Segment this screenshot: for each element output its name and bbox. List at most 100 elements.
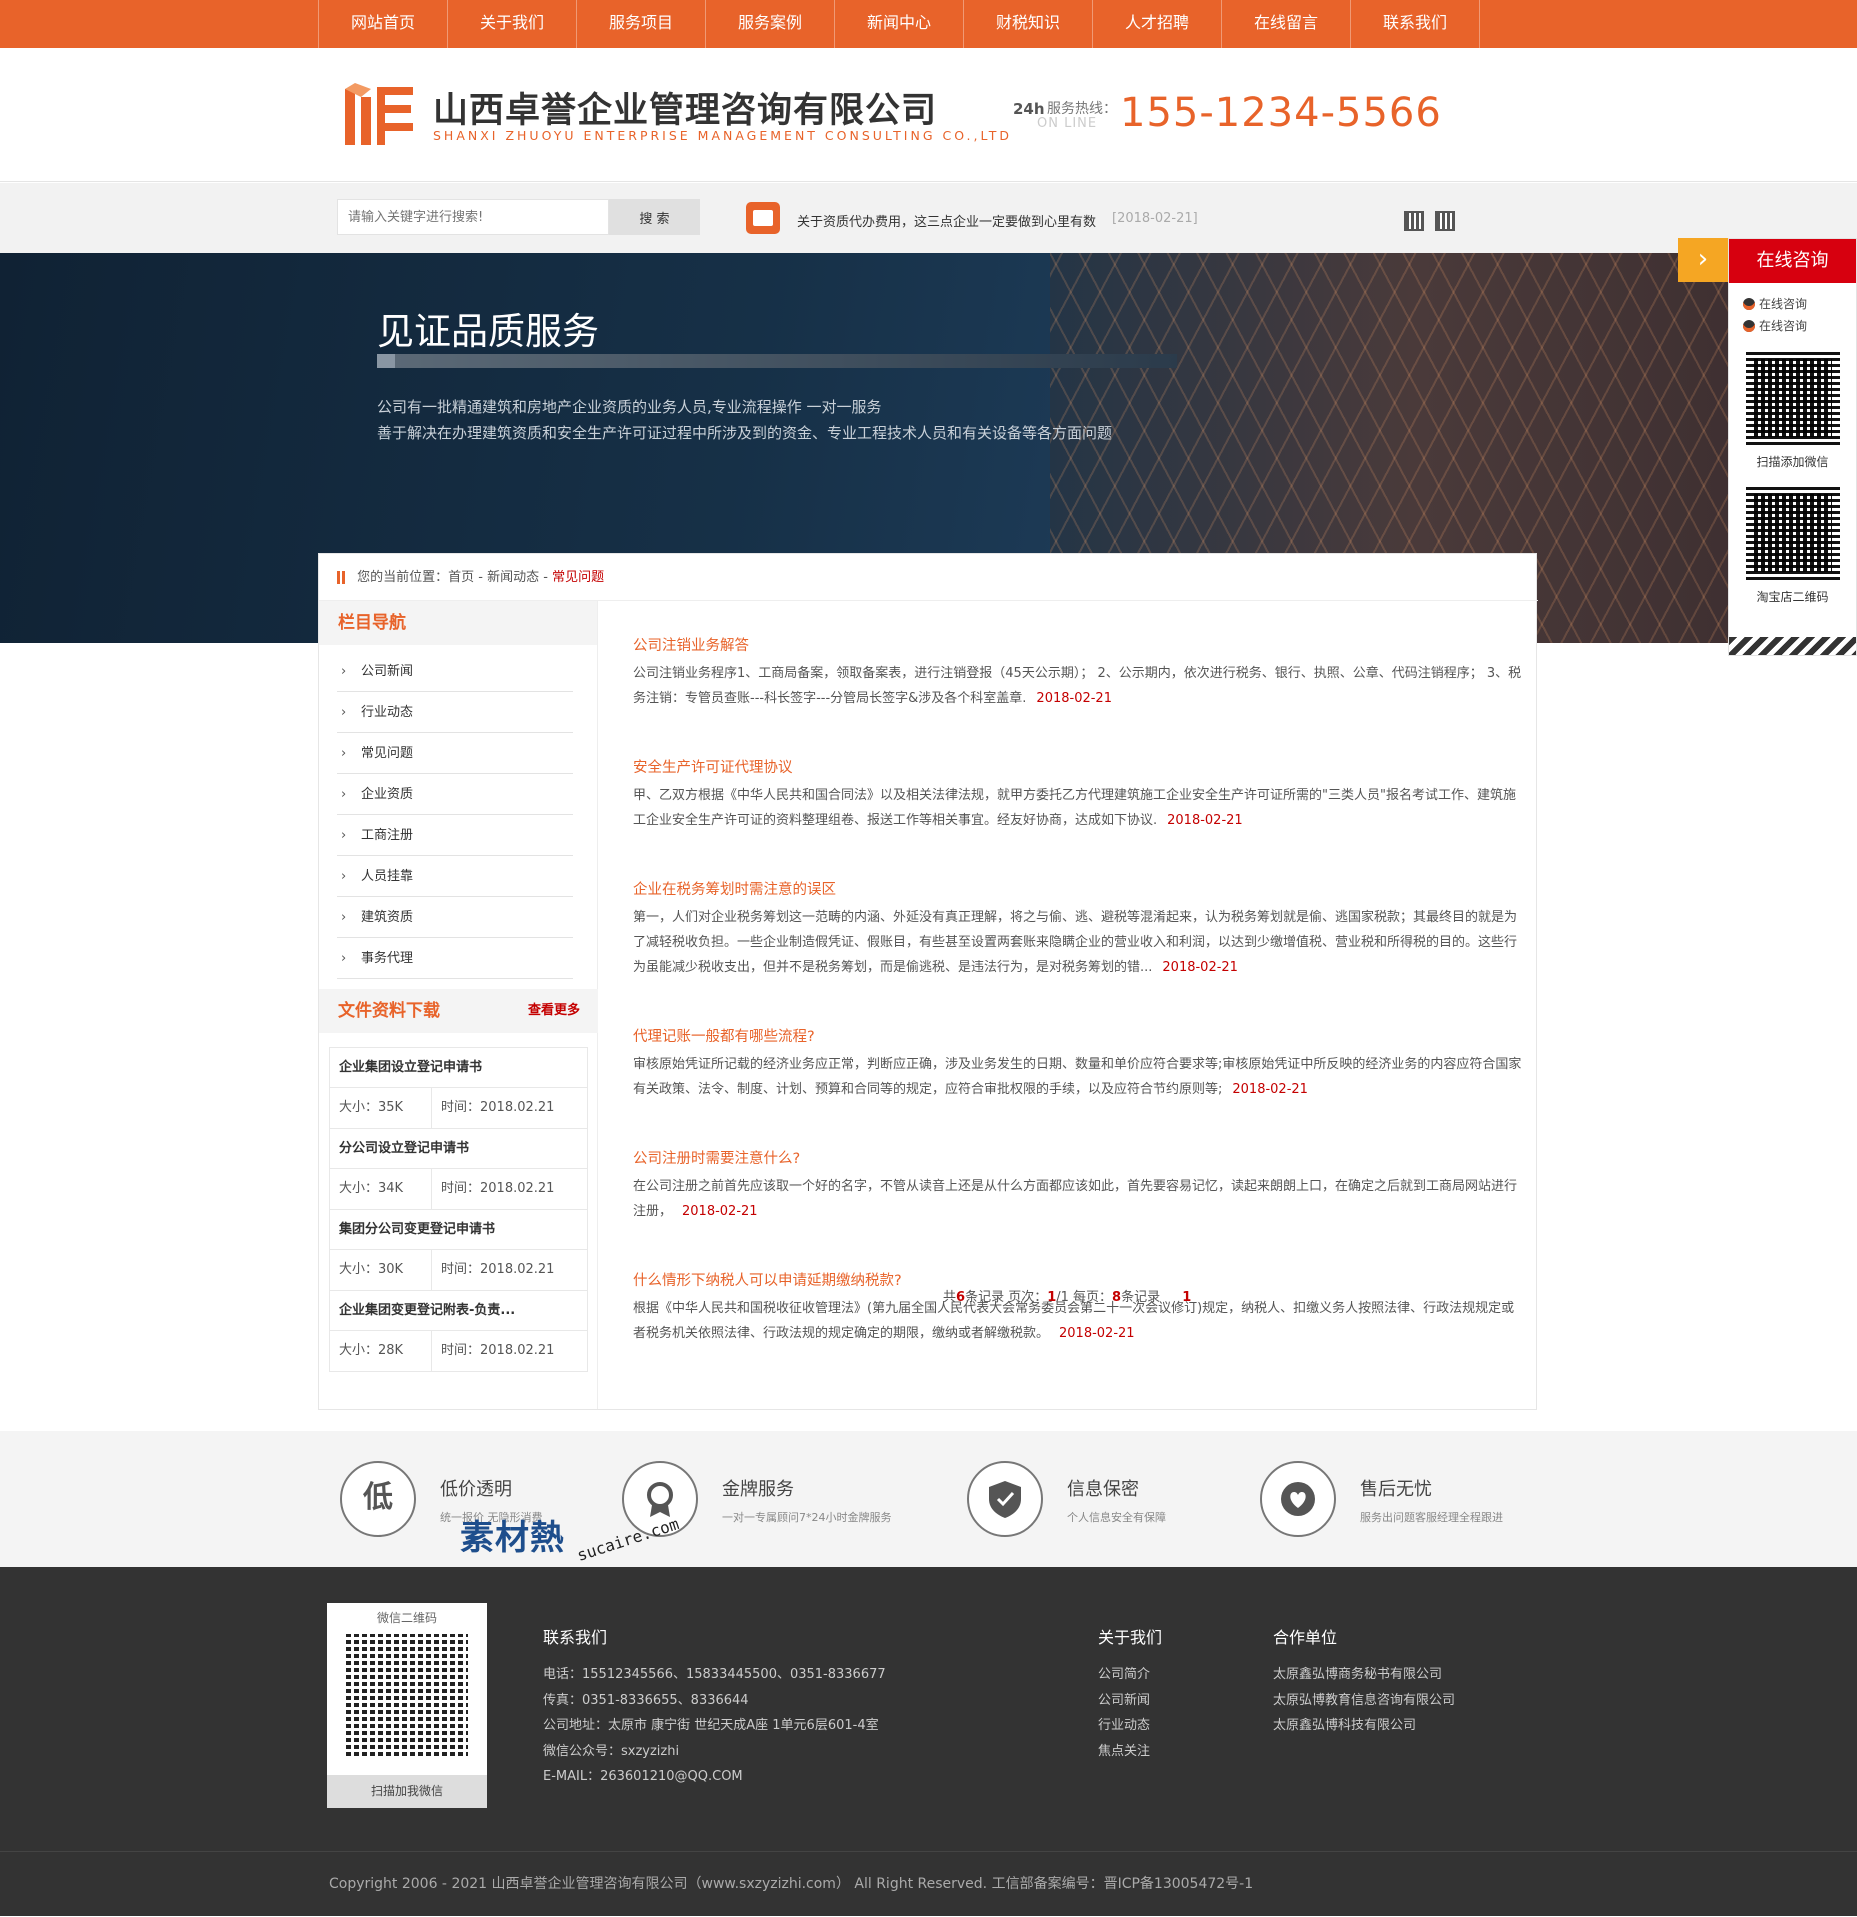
footer-link-profile[interactable]: 公司简介: [1098, 1662, 1150, 1688]
notice-link[interactable]: 关于资质代办费用，这三点企业一定要做到心里有数: [797, 211, 1096, 230]
footer-link-focus[interactable]: 焦点关注: [1098, 1739, 1150, 1765]
nav-item-tax-knowledge[interactable]: 财税知识: [964, 0, 1093, 48]
footer-partner-link[interactable]: 太原鑫弘博商务秘书有限公司: [1273, 1662, 1455, 1688]
nav-item-news[interactable]: 新闻中心: [835, 0, 964, 48]
pager-per-page: 8: [1112, 1290, 1122, 1305]
article-date: 2018-02-21: [1167, 813, 1243, 828]
footer-partner-link[interactable]: 太原鑫弘博科技有限公司: [1273, 1713, 1455, 1739]
download-item[interactable]: 企业集团变更登记附表-负责... 大小：28K 时间：2018.02.21: [329, 1290, 588, 1372]
qr-code-icon-2[interactable]: [1435, 211, 1455, 231]
chevron-right-icon[interactable]: ›: [1678, 238, 1728, 282]
sidebar-item-faq[interactable]: 常见问题: [337, 733, 573, 774]
sidebar-heading: 栏目导航: [319, 601, 597, 645]
breadcrumb-current[interactable]: 常见问题: [552, 570, 604, 585]
nav-item-cases[interactable]: 服务案例: [706, 0, 835, 48]
wechat-qr-caption: 扫描添加微信: [1756, 455, 1829, 469]
shield-icon: [967, 1461, 1043, 1537]
sidebar-item-company-news[interactable]: 公司新闻: [337, 651, 573, 692]
sidebar-item-agency[interactable]: 事务代理: [337, 938, 573, 979]
article-text: 在公司注册之前首先应该取一个好的名字，不管从读音上还是从什么方面都应该如此，首先…: [633, 1179, 1518, 1219]
footer-partners-list: 太原鑫弘博商务秘书有限公司 太原弘博教育信息咨询有限公司 太原鑫弘博科技有限公司: [1273, 1662, 1455, 1739]
article-item: 公司注册时需要注意什么? 在公司注册之前首先应该取一个好的名字，不管从读音上还是…: [633, 1147, 1523, 1224]
nav-item-about[interactable]: 关于我们: [448, 0, 577, 48]
footer-contact-list: 电话：15512345566、15833445500、0351-8336677 …: [543, 1662, 886, 1790]
taobao-qr-code: [1741, 482, 1844, 584]
download-item[interactable]: 分公司设立登记申请书 大小：34K 时间：2018.02.21: [329, 1128, 588, 1210]
banner-title: 见证品质服务: [377, 310, 599, 353]
banner-divider: [377, 354, 1177, 368]
download-time: 时间：2018.02.21: [441, 1100, 555, 1115]
hotline-label: 服务热线：: [1047, 101, 1117, 117]
nav-item-services[interactable]: 服务项目: [577, 0, 706, 48]
main-content: 您的当前位置：首页 - 新闻动态 - 常见问题 栏目导航 公司新闻 行业动态 常…: [318, 553, 1538, 1410]
article-text: 审核原始凭证所记载的经济业务应正常，判断应正确，涉及业务发生的日期、数量和单价应…: [633, 1057, 1522, 1097]
sidebar-item-industry[interactable]: 行业动态: [337, 692, 573, 733]
online-consult-panel: 在线咨询 在线咨询 在线咨询 扫描添加微信 淘宝店二维码: [1728, 238, 1857, 656]
footer-link-news[interactable]: 公司新闻: [1098, 1688, 1150, 1714]
download-time: 时间：2018.02.21: [441, 1262, 555, 1277]
search-button[interactable]: 搜 索: [609, 199, 700, 235]
nav-item-message[interactable]: 在线留言: [1222, 0, 1351, 48]
breadcrumb-marker-icon-2: [342, 571, 345, 584]
download-item[interactable]: 企业集团设立登记申请书 大小：35K 时间：2018.02.21: [329, 1047, 588, 1129]
download-title[interactable]: 企业集团变更登记附表-负责...: [330, 1291, 587, 1331]
sidebar-item-construction[interactable]: 建筑资质: [337, 897, 573, 938]
search-bar: 搜 索 关于资质代办费用，这三点企业一定要做到心里有数 [2018-02-21]: [0, 183, 1857, 253]
footer-about-title: 关于我们: [1098, 1628, 1163, 1647]
article-title[interactable]: 代理记账一般都有哪些流程?: [633, 1025, 1523, 1046]
consult-title[interactable]: 在线咨询: [1729, 239, 1856, 283]
sidebar-item-qualification[interactable]: 企业资质: [337, 774, 573, 815]
footer-fax: 传真：0351-8336655、8336644: [543, 1692, 749, 1708]
article-date: 2018-02-21: [1162, 960, 1238, 975]
footer-email[interactable]: E-MAIL：263601210@QQ.COM: [543, 1764, 886, 1790]
feature-title: 信息保密: [1067, 1479, 1139, 1500]
article-list: 公司注销业务解答 公司注销业务程序1、工商局备案，领取备案表，进行注销登报（45…: [633, 634, 1523, 1391]
article-item: 公司注销业务解答 公司注销业务程序1、工商局备案，领取备案表，进行注销登报（45…: [633, 634, 1523, 711]
sidebar-item-registration[interactable]: 工商注册: [337, 815, 573, 856]
qr-code-icon[interactable]: [1404, 211, 1424, 231]
sidebar-item-personnel[interactable]: 人员挂靠: [337, 856, 573, 897]
article-date: 2018-02-21: [682, 1204, 758, 1219]
article-title[interactable]: 企业在税务筹划时需注意的误区: [633, 878, 1523, 899]
article-title[interactable]: 公司注销业务解答: [633, 634, 1523, 655]
article-item: 安全生产许可证代理协议 甲、乙双方根据《中华人民共和国合同法》以及相关法律法规，…: [633, 756, 1523, 833]
download-item[interactable]: 集团分公司变更登记申请书 大小：30K 时间：2018.02.21: [329, 1209, 588, 1291]
taobao-qr-caption: 淘宝店二维码: [1756, 590, 1829, 604]
breadcrumb-path[interactable]: 您的当前位置：首页 - 新闻动态 -: [357, 570, 552, 585]
footer-partner-link[interactable]: 太原弘博教育信息咨询有限公司: [1273, 1688, 1455, 1714]
download-size: 大小：34K: [330, 1169, 432, 1209]
pager-text: 条记录 页次：: [965, 1290, 1048, 1305]
nav-item-home[interactable]: 网站首页: [319, 0, 448, 48]
nav-item-contact[interactable]: 联系我们: [1351, 0, 1480, 48]
downloads-more-link[interactable]: 查看更多: [528, 989, 580, 1033]
pager-text: /1 每页：: [1056, 1290, 1113, 1305]
footer-about-list: 公司简介 公司新闻 行业动态 焦点关注: [1098, 1662, 1150, 1764]
download-title[interactable]: 企业集团设立登记申请书: [330, 1048, 587, 1088]
banner-text-line-2: 善于解决在办理建筑资质和安全生产许可证过程中所涉及到的资金、专业工程技术人员和有…: [377, 424, 1113, 442]
download-title[interactable]: 集团分公司变更登记申请书: [330, 1210, 587, 1250]
sidebar: 栏目导航 公司新闻 行业动态 常见问题 企业资质 工商注册 人员挂靠 建筑资质 …: [319, 601, 598, 1409]
article-item: 什么情形下纳税人可以申请延期缴纳税款? 根据《中华人民共和国税收征收管理法》(第…: [633, 1269, 1523, 1346]
download-title[interactable]: 分公司设立登记申请书: [330, 1129, 587, 1169]
qq-consult-link-2[interactable]: 在线咨询: [1729, 315, 1856, 337]
article-date: 2018-02-21: [1036, 691, 1112, 706]
pager-text: 共: [943, 1290, 957, 1305]
article-title[interactable]: 安全生产许可证代理协议: [633, 756, 1523, 777]
footer-qr-box: 微信二维码 扫描加我微信: [327, 1603, 487, 1808]
search-input[interactable]: [337, 199, 609, 235]
article-text: 甲、乙双方根据《中华人民共和国合同法》以及相关法律法规，就甲方委托乙方代理建筑施…: [633, 788, 1516, 828]
footer-phone: 电话：15512345566、15833445500、0351-8336677: [543, 1667, 886, 1682]
pager-current-page[interactable]: 1: [1182, 1290, 1191, 1305]
qq-consult-link[interactable]: 在线咨询: [1729, 293, 1856, 315]
banner-text-line-1: 公司有一批精通建筑和房地产企业资质的业务人员,专业流程操作 一对一服务: [377, 398, 882, 416]
low-price-icon: 低: [340, 1461, 416, 1537]
footer-link-industry[interactable]: 行业动态: [1098, 1713, 1150, 1739]
pager-text: 条记录: [1121, 1290, 1161, 1305]
feature-title: 售后无忧: [1360, 1479, 1432, 1500]
company-logo-icon[interactable]: [345, 83, 415, 149]
article-summary: 第一，人们对企业税务筹划这一范畴的内涵、外延没有真正理解，将之与偷、逃、避税等混…: [633, 905, 1523, 980]
nav-item-recruitment[interactable]: 人才招聘: [1093, 0, 1222, 48]
article-title[interactable]: 公司注册时需要注意什么?: [633, 1147, 1523, 1168]
company-name: 山西卓誉企业管理咨询有限公司: [433, 91, 938, 131]
feature-desc: 服务出问题客服经理全程跟进: [1360, 1511, 1503, 1524]
